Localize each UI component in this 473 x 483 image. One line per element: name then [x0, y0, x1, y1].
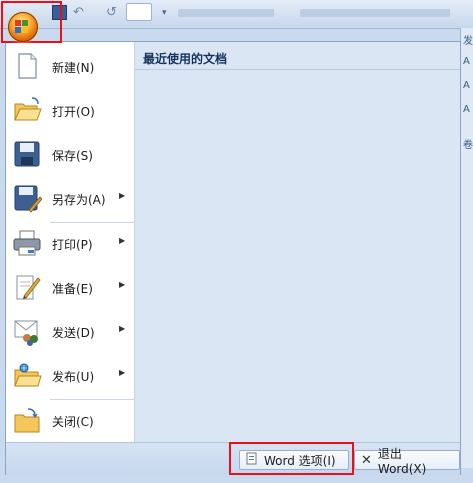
- submenu-arrow-icon: ▶: [119, 280, 126, 289]
- menu-item-label: 关闭(C): [52, 415, 94, 429]
- document-edge: 发 A A A 卷: [460, 28, 473, 468]
- save-disk-icon: [14, 141, 40, 167]
- exit-word-button[interactable]: ✕ 退出 Word(X): [354, 447, 460, 476]
- undo-icon[interactable]: ↶: [73, 5, 89, 21]
- menu-item-label: 准备(E): [52, 282, 93, 296]
- new-document-icon: [18, 53, 37, 79]
- exit-word-label: 退出 Word(X): [377, 446, 427, 476]
- menu-item-label: 发布(U): [52, 370, 95, 384]
- close-folder-icon: [14, 408, 40, 433]
- menu-item-send[interactable]: 发送(D) ▶: [6, 312, 134, 352]
- menu-item-save[interactable]: 保存(S): [6, 135, 134, 175]
- window-title-blurred: [178, 9, 274, 17]
- office-button-highlight: [1, 1, 62, 43]
- menu-item-label: 打印(P): [52, 238, 93, 252]
- printer-icon: [13, 230, 41, 256]
- ribbon-tab-label: 卷: [463, 140, 473, 151]
- menu-separator: [50, 399, 134, 400]
- office-button[interactable]: [8, 12, 38, 42]
- menu-item-label: 打开(O): [52, 105, 95, 119]
- menu-item-save-as[interactable]: 另存为(A) ▶: [6, 179, 134, 219]
- ribbon-tab-label: 发: [463, 36, 473, 47]
- command-list: 新建(N) 打开(O) 保存(S) 另存为(A) ▶ 打印(P) ▶ 准备(E)…: [6, 42, 135, 442]
- send-icon: [14, 320, 38, 346]
- recent-documents-panel: 最近使用的文档: [135, 42, 460, 442]
- ribbon-tab-label: A: [463, 104, 470, 115]
- customize-toolbar-icon[interactable]: ▾: [162, 5, 170, 21]
- ribbon-tab-label: A: [463, 56, 470, 67]
- submenu-arrow-icon: ▶: [119, 368, 126, 377]
- recent-documents-title: 最近使用的文档: [135, 42, 460, 70]
- close-icon: ✕: [361, 452, 372, 468]
- redo-icon[interactable]: ↺: [106, 5, 120, 21]
- submenu-arrow-icon: ▶: [119, 191, 126, 200]
- menu-item-open[interactable]: 打开(O): [6, 91, 134, 131]
- title-bar: ↶ ↺ ▾: [0, 0, 473, 29]
- menu-item-prepare[interactable]: 准备(E) ▶: [6, 268, 134, 308]
- publish-icon: [14, 363, 42, 387]
- menu-item-label: 另存为(A): [52, 193, 106, 207]
- submenu-arrow-icon: ▶: [119, 324, 126, 333]
- office-menu: 新建(N) 打开(O) 保存(S) 另存为(A) ▶ 打印(P) ▶ 准备(E)…: [5, 41, 461, 476]
- print-preview-icon[interactable]: [126, 3, 152, 21]
- menu-item-close[interactable]: 关闭(C): [6, 401, 134, 441]
- save-as-icon: [14, 185, 42, 213]
- menu-item-new[interactable]: 新建(N): [6, 47, 134, 87]
- menu-item-publish[interactable]: 发布(U) ▶: [6, 356, 134, 396]
- ribbon-tab-label: A: [463, 80, 470, 91]
- submenu-arrow-icon: ▶: [119, 236, 126, 245]
- menu-item-label: 发送(D): [52, 326, 95, 340]
- window-title-blurred: [300, 9, 450, 17]
- menu-item-print[interactable]: 打印(P) ▶: [6, 224, 134, 264]
- word-options-highlight: [229, 442, 354, 475]
- prepare-icon: [16, 275, 41, 300]
- menu-separator: [50, 222, 134, 223]
- open-folder-icon: [14, 97, 42, 121]
- menu-item-label: 保存(S): [52, 149, 93, 163]
- menu-item-label: 新建(N): [52, 61, 95, 75]
